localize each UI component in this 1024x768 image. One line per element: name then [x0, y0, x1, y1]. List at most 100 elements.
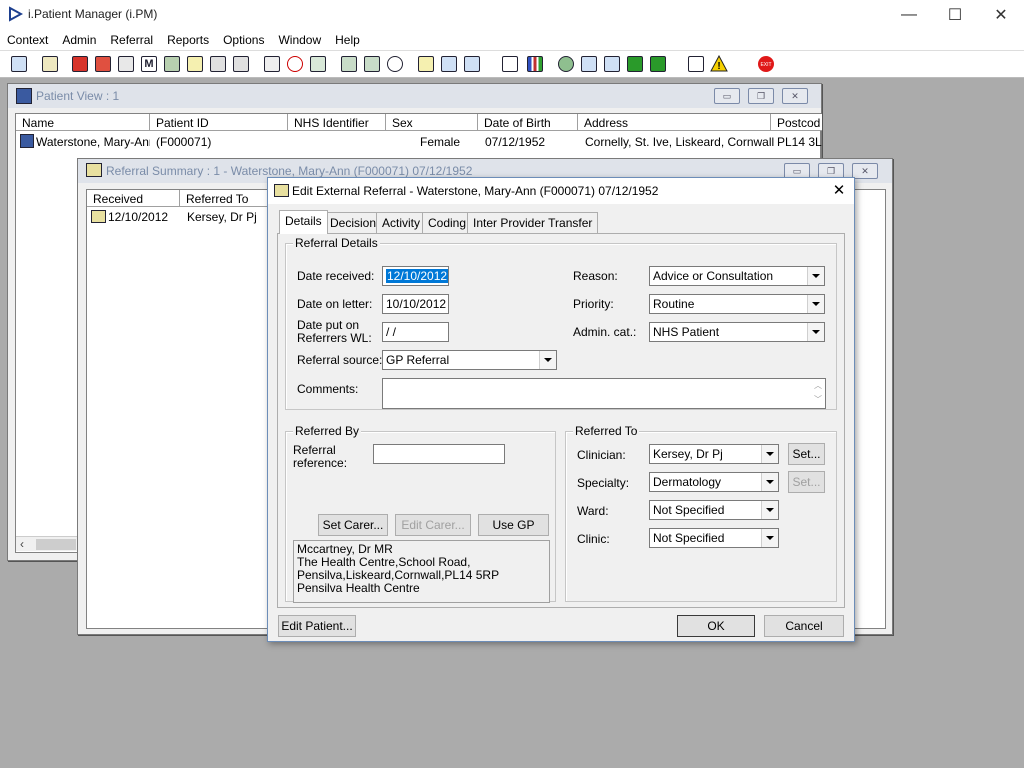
referral-source-value: GP Referral	[386, 353, 450, 367]
check-icon[interactable]	[579, 54, 599, 74]
set-specialty-button[interactable]: Set...	[788, 471, 825, 493]
notepad-icon[interactable]	[416, 54, 436, 74]
exit-icon[interactable]: EXIT	[756, 54, 776, 74]
comments-scrollbar[interactable]: ︿ ﹀	[811, 379, 825, 408]
tab-decision[interactable]: Decision	[324, 212, 383, 233]
card-icon[interactable]	[339, 54, 359, 74]
table-row[interactable]: 12/10/2012 Kersey, Dr Pj	[87, 208, 287, 226]
minimize-icon[interactable]: ▭	[714, 88, 740, 104]
set-carer-button[interactable]: Set Carer...	[318, 514, 388, 536]
specialty-select[interactable]: Dermatology	[649, 472, 779, 492]
ward-select[interactable]: Not Specified	[649, 500, 779, 520]
column-header-patient-id[interactable]: Patient ID	[150, 114, 288, 131]
maximize-button[interactable]: ☐	[932, 0, 978, 30]
dial-icon[interactable]	[385, 54, 405, 74]
search-icon[interactable]	[262, 54, 282, 74]
book-icon[interactable]	[70, 54, 90, 74]
referral-summary-title: Referral Summary : 1 - Waterstone, Mary-…	[106, 164, 473, 178]
chevron-down-icon[interactable]	[761, 501, 778, 519]
printer-icon[interactable]	[40, 54, 60, 74]
check-icon[interactable]	[648, 54, 668, 74]
menu-options[interactable]: Options	[216, 31, 271, 49]
patient-icon[interactable]	[9, 54, 29, 74]
reason-select[interactable]: Advice or Consultation	[649, 266, 825, 286]
chevron-down-icon[interactable]	[807, 295, 824, 313]
bed-icon[interactable]	[462, 54, 482, 74]
column-header-sex[interactable]: Sex	[386, 114, 478, 131]
chevron-down-icon[interactable]	[807, 323, 824, 341]
admin-cat-select[interactable]: NHS Patient	[649, 322, 825, 342]
date-received-input[interactable]: 12/10/2012	[382, 266, 449, 286]
tab-activity[interactable]: Activity	[376, 212, 427, 233]
clock-icon[interactable]	[285, 54, 305, 74]
menu-window[interactable]: Window	[271, 31, 328, 49]
warning-icon[interactable]: !	[709, 54, 729, 74]
edit-carer-button[interactable]: Edit Carer...	[395, 514, 471, 536]
menu-reports[interactable]: Reports	[160, 31, 216, 49]
card-icon[interactable]	[362, 54, 382, 74]
column-header-nhs-identifier[interactable]: NHS Identifier	[288, 114, 386, 131]
tab-inter-provider-transfer[interactable]: Inter Provider Transfer	[467, 212, 599, 233]
menu-referral[interactable]: Referral	[103, 31, 160, 49]
priority-select[interactable]: Routine	[649, 294, 825, 314]
globe-icon[interactable]	[556, 54, 576, 74]
close-icon[interactable]: ✕	[782, 88, 808, 104]
menu-admin[interactable]: Admin	[55, 31, 103, 49]
referral-icon	[91, 210, 106, 223]
menu-context[interactable]: Context	[0, 31, 55, 49]
column-header-postcode[interactable]: Postcod	[771, 114, 822, 131]
referred-by-caption: Referred By	[293, 424, 362, 438]
flag-icon[interactable]	[231, 54, 251, 74]
check-icon[interactable]	[602, 54, 622, 74]
bed-icon[interactable]	[439, 54, 459, 74]
clinician-select[interactable]: Kersey, Dr Pj	[649, 444, 779, 464]
chart-icon[interactable]	[525, 54, 545, 74]
dialog-close-button[interactable]: ✕	[828, 181, 850, 201]
chevron-down-icon[interactable]	[761, 529, 778, 547]
chevron-down-icon[interactable]	[807, 267, 824, 285]
chevron-down-icon[interactable]	[761, 473, 778, 491]
notes-icon[interactable]	[185, 54, 205, 74]
clinic-select[interactable]: Not Specified	[649, 528, 779, 548]
chevron-down-icon[interactable]	[539, 351, 556, 369]
edit-patient-button[interactable]: Edit Patient...	[278, 615, 356, 637]
chevron-down-icon[interactable]	[761, 445, 778, 463]
swap-icon[interactable]	[686, 54, 706, 74]
close-icon[interactable]: ✕	[852, 163, 878, 179]
scrollbar-thumb[interactable]	[36, 539, 76, 550]
column-header-name[interactable]: Name	[16, 114, 150, 131]
comments-input[interactable]: ︿ ﹀	[382, 378, 826, 409]
date-on-letter-input[interactable]: 10/10/2012	[382, 294, 449, 314]
horizontal-scrollbar[interactable]: ‹	[16, 536, 78, 551]
column-header-received[interactable]: Received	[87, 190, 180, 207]
referred-by-group: Referred By Referral reference: Set Care…	[285, 424, 556, 603]
form-icon[interactable]	[116, 54, 136, 74]
date-put-on-input[interactable]: / /	[382, 322, 449, 342]
date-received-label: Date received:	[297, 269, 375, 283]
restore-icon[interactable]: ❐	[748, 88, 774, 104]
minimize-button[interactable]: —	[886, 0, 932, 30]
referral-reference-input[interactable]	[373, 444, 505, 464]
patient-dob: 07/12/1952	[485, 135, 546, 149]
referral-icon[interactable]	[93, 54, 113, 74]
use-gp-button[interactable]: Use GP	[478, 514, 549, 536]
set-clinician-button[interactable]: Set...	[788, 443, 825, 465]
document-icon[interactable]	[500, 54, 520, 74]
column-header-dob[interactable]: Date of Birth	[478, 114, 578, 131]
ok-button[interactable]: OK	[677, 615, 755, 637]
cancel-button[interactable]: Cancel	[764, 615, 844, 637]
table-row[interactable]: Waterstone, Mary-Ann (F000071) Female 07…	[16, 133, 822, 151]
close-button[interactable]: ✕	[978, 0, 1024, 30]
doctor-icon[interactable]	[162, 54, 182, 74]
check-icon[interactable]	[625, 54, 645, 74]
referred-to-group: Referred To Clinician: Kersey, Dr Pj Set…	[565, 424, 837, 602]
list-icon[interactable]	[308, 54, 328, 74]
flag-icon[interactable]	[208, 54, 228, 74]
column-header-referred-to[interactable]: Referred To	[180, 190, 280, 207]
tab-coding[interactable]: Coding	[422, 212, 473, 233]
m-icon[interactable]: M	[139, 54, 159, 74]
referral-source-select[interactable]: GP Referral	[382, 350, 557, 370]
tab-details[interactable]: Details	[279, 210, 328, 234]
column-header-address[interactable]: Address	[578, 114, 771, 131]
menu-help[interactable]: Help	[328, 31, 367, 49]
